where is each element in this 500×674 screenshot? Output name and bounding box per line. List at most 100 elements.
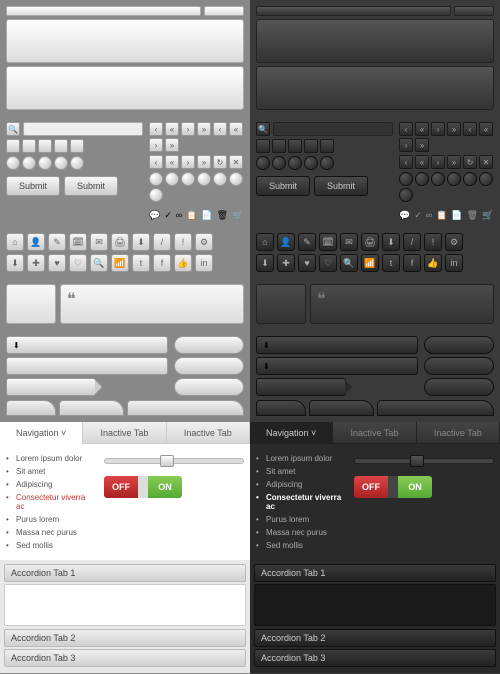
accordion-header[interactable]: Accordion Tab 1 bbox=[254, 564, 496, 582]
slider-thumb[interactable] bbox=[160, 455, 174, 467]
cart-icon[interactable]: 🛒 bbox=[482, 210, 493, 221]
pill-button[interactable] bbox=[174, 336, 244, 354]
prev-icon[interactable]: ‹ bbox=[149, 155, 163, 169]
file-icon[interactable]: 📄 bbox=[451, 210, 462, 221]
round-button[interactable] bbox=[70, 156, 84, 170]
prev-icon[interactable]: ‹ bbox=[213, 122, 227, 136]
user-icon[interactable]: 👤 bbox=[277, 233, 295, 251]
facebook-icon[interactable]: f bbox=[403, 254, 421, 272]
nav-item[interactable]: Purus lorem bbox=[6, 513, 96, 526]
linkedin-icon[interactable]: in bbox=[445, 254, 463, 272]
first-icon[interactable]: « bbox=[479, 122, 493, 136]
pill-button[interactable] bbox=[424, 336, 494, 354]
tab-shape[interactable] bbox=[256, 400, 306, 416]
first-icon[interactable]: « bbox=[165, 122, 179, 136]
twitter-icon[interactable]: t bbox=[132, 254, 150, 272]
gear-icon[interactable]: ⚙ bbox=[195, 233, 213, 251]
slash-icon[interactable]: / bbox=[153, 233, 171, 251]
round-button[interactable] bbox=[22, 156, 36, 170]
tab-inactive[interactable]: Inactive Tab bbox=[417, 422, 500, 444]
tab-inactive[interactable]: Inactive Tab bbox=[333, 422, 416, 444]
slider-thumb[interactable] bbox=[410, 455, 424, 467]
square-button[interactable] bbox=[6, 139, 20, 153]
check-icon[interactable]: ✓ bbox=[414, 210, 422, 221]
calendar-icon[interactable]: 🗓 bbox=[319, 233, 337, 251]
nav-item[interactable]: Adipiscing bbox=[6, 478, 96, 491]
tab-shape[interactable] bbox=[127, 400, 244, 416]
tab-shape[interactable] bbox=[309, 400, 374, 416]
next-icon[interactable]: › bbox=[181, 122, 195, 136]
round-button[interactable] bbox=[447, 172, 461, 186]
toggle-switch[interactable]: OFFON bbox=[104, 476, 182, 498]
mail-icon[interactable]: ✉ bbox=[340, 233, 358, 251]
trash-icon[interactable]: 🗑 bbox=[217, 210, 228, 221]
square-button[interactable] bbox=[54, 139, 68, 153]
nav-item[interactable]: Lorem ipsum dolor bbox=[256, 452, 346, 465]
round-button[interactable] bbox=[463, 172, 477, 186]
search-input[interactable] bbox=[273, 122, 393, 136]
next-icon[interactable]: › bbox=[181, 155, 195, 169]
pill-button[interactable] bbox=[424, 357, 494, 375]
arrow-button[interactable] bbox=[6, 378, 96, 396]
print-icon[interactable]: 🖨 bbox=[361, 233, 379, 251]
add-icon[interactable]: ✚ bbox=[27, 254, 45, 272]
round-button[interactable] bbox=[272, 156, 286, 170]
next-icon[interactable]: › bbox=[431, 155, 445, 169]
search-icon[interactable]: 🔍 bbox=[90, 254, 108, 272]
prev-icon[interactable]: ‹ bbox=[399, 155, 413, 169]
round-button[interactable] bbox=[149, 172, 163, 186]
arrow-button[interactable] bbox=[256, 378, 346, 396]
heart-icon[interactable]: ♥ bbox=[48, 254, 66, 272]
first-icon[interactable]: « bbox=[415, 155, 429, 169]
slash-icon[interactable]: / bbox=[403, 233, 421, 251]
nav-item[interactable]: Massa nec purus bbox=[256, 526, 346, 539]
round-button[interactable] bbox=[6, 156, 20, 170]
like-icon[interactable]: 👍 bbox=[174, 254, 192, 272]
toggle-switch[interactable]: OFFON bbox=[354, 476, 432, 498]
submit-button[interactable]: Submit bbox=[6, 176, 60, 196]
download-icon[interactable]: ⬇ bbox=[382, 233, 400, 251]
nav-item[interactable]: Purus lorem bbox=[256, 513, 346, 526]
prev-icon[interactable]: ‹ bbox=[399, 122, 413, 136]
tab-navigation[interactable]: Navigation ˅ bbox=[0, 422, 83, 444]
round-button[interactable] bbox=[256, 156, 270, 170]
user-icon[interactable]: 👤 bbox=[27, 233, 45, 251]
home-icon[interactable]: ⌂ bbox=[6, 233, 24, 251]
pill-button[interactable] bbox=[174, 378, 244, 396]
submit-button[interactable]: Submit bbox=[314, 176, 368, 196]
round-button[interactable] bbox=[181, 172, 195, 186]
square-button[interactable] bbox=[38, 139, 52, 153]
first-icon[interactable]: « bbox=[229, 122, 243, 136]
last-icon[interactable]: » bbox=[447, 122, 461, 136]
tab-shape[interactable] bbox=[59, 400, 124, 416]
print-icon[interactable]: 🖨 bbox=[111, 233, 129, 251]
tab-inactive[interactable]: Inactive Tab bbox=[167, 422, 250, 444]
pill-button[interactable] bbox=[424, 378, 494, 396]
download-icon[interactable]: ⬇ bbox=[256, 254, 274, 272]
accordion-header[interactable]: Accordion Tab 3 bbox=[254, 649, 496, 667]
calendar-icon[interactable]: 🗓 bbox=[69, 233, 87, 251]
round-button[interactable] bbox=[304, 156, 318, 170]
link-icon[interactable]: ∞ bbox=[426, 210, 432, 221]
bar-button[interactable]: ⬇ bbox=[256, 357, 418, 375]
gear-icon[interactable]: ⚙ bbox=[445, 233, 463, 251]
last-icon[interactable]: » bbox=[447, 155, 461, 169]
nav-item[interactable]: Sed mollis bbox=[256, 539, 346, 552]
download-icon[interactable]: ⬇ bbox=[132, 233, 150, 251]
round-button[interactable] bbox=[399, 172, 413, 186]
check-icon[interactable]: ✓ bbox=[164, 210, 172, 221]
nav-item[interactable]: Lorem ipsum dolor bbox=[6, 452, 96, 465]
heart-broken-icon[interactable]: ♡ bbox=[69, 254, 87, 272]
home-icon[interactable]: ⌂ bbox=[256, 233, 274, 251]
square-button[interactable] bbox=[272, 139, 286, 153]
alert-icon[interactable]: ! bbox=[174, 233, 192, 251]
tab-shape[interactable] bbox=[377, 400, 494, 416]
tab-navigation[interactable]: Navigation ˅ bbox=[250, 422, 333, 444]
first-icon[interactable]: « bbox=[165, 155, 179, 169]
linkedin-icon[interactable]: in bbox=[195, 254, 213, 272]
bar-button[interactable]: ⬇ bbox=[6, 336, 168, 354]
link-icon[interactable]: ∞ bbox=[176, 210, 182, 221]
square-button[interactable] bbox=[70, 139, 84, 153]
round-button[interactable] bbox=[415, 172, 429, 186]
nav-item-selected[interactable]: Consectetur viverra ac bbox=[256, 491, 346, 513]
